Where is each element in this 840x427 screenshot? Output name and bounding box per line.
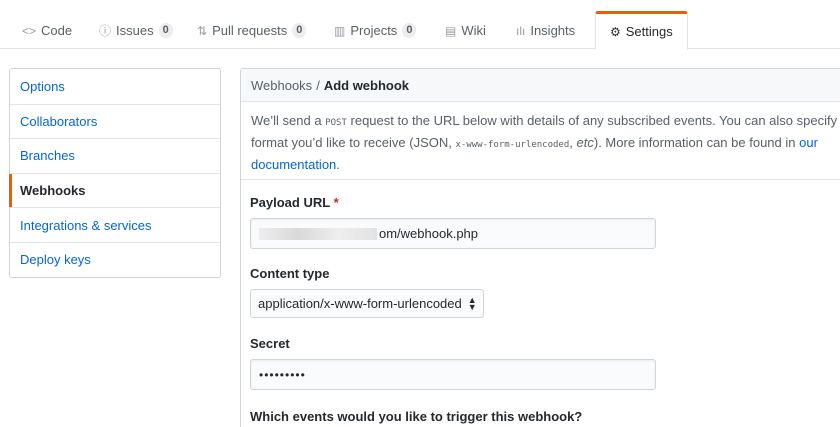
our-link[interactable]: our	[799, 135, 818, 150]
intro-line-3: documentation.	[251, 155, 840, 175]
intro-text: etc	[576, 135, 594, 150]
sidebar-item-webhooks[interactable]: Webhooks	[9, 172, 220, 208]
tab-label: Wiki	[461, 23, 486, 38]
payload-url-input[interactable]: om/webhook.php	[250, 218, 656, 249]
sidebar-item-branches[interactable]: Branches	[10, 138, 220, 173]
breadcrumb: Webhooks / Add webhook	[241, 69, 840, 102]
webhook-intro-text: We’ll send a POST request to the URL bel…	[241, 102, 840, 180]
events-question: Which events would you like to trigger t…	[250, 409, 583, 424]
secret-value: •••••••••	[259, 367, 306, 382]
breadcrumb-webhooks[interactable]: Webhooks	[251, 78, 312, 93]
tab-label: Pull requests	[212, 23, 288, 38]
pull-request-icon: ⇅	[197, 23, 208, 38]
graph-icon: ılı	[516, 23, 526, 38]
content-type-select[interactable]: application/x-www-form-urlencoded ▲ ▼	[250, 289, 484, 318]
secret-label: Secret	[250, 336, 290, 351]
intro-text: ). More information can be found in	[593, 135, 796, 150]
tab-insights[interactable]: ılı Insights	[516, 12, 575, 49]
intro-text: We’ll send a	[251, 113, 322, 128]
content-type-value: application/x-www-form-urlencoded	[258, 296, 462, 311]
sidebar-item-integrations[interactable]: Integrations & services	[10, 207, 220, 242]
payload-url-label-text: Payload URL	[250, 195, 330, 210]
add-webhook-panel: Webhooks / Add webhook We’ll send a POST…	[240, 68, 840, 427]
tab-projects[interactable]: ▥ Projects 0	[334, 12, 417, 49]
urlencoded-code: x-www-form-urlencoded	[455, 140, 570, 150]
gear-icon: ⚙	[610, 24, 621, 39]
tab-label: Code	[41, 23, 73, 38]
intro-text: format you’d like to receive (JSON,	[251, 135, 452, 150]
select-arrows-icon: ▲ ▼	[467, 294, 477, 312]
content-type-label: Content type	[250, 266, 330, 281]
tab-wiki[interactable]: ▤ Wiki	[445, 12, 486, 49]
secret-input[interactable]: •••••••••	[250, 359, 656, 390]
book-icon: ▤	[445, 23, 457, 38]
intro-text: .	[336, 157, 340, 172]
tab-issues[interactable]: ⓘ Issues 0	[99, 12, 173, 49]
sidebar-item-collaborators[interactable]: Collaborators	[10, 103, 220, 139]
webhook-form: Payload URL * om/webhook.php Content typ…	[250, 195, 670, 427]
repo-nav-tabs: <> Code ⓘ Issues 0 ⇅ Pull requests 0 ▥ P…	[0, 0, 840, 50]
page-title: Add webhook	[323, 77, 410, 93]
payload-url-label: Payload URL *	[250, 195, 670, 210]
intro-text: ,	[569, 135, 573, 150]
tab-pull-requests[interactable]: ⇅ Pull requests 0	[197, 12, 307, 49]
tab-counter: 0	[402, 23, 417, 38]
tab-label: Settings	[625, 24, 673, 39]
tab-label: Insights	[530, 23, 576, 38]
sidebar-item-deploy-keys[interactable]: Deploy keys	[10, 241, 220, 277]
redacted-area	[259, 227, 377, 240]
sidebar-item-options[interactable]: Options	[10, 69, 220, 104]
breadcrumb-separator: /	[316, 77, 320, 93]
tab-label: Projects	[350, 23, 398, 38]
project-icon: ▥	[334, 23, 346, 38]
settings-sidebar: Options Collaborators Branches Webhooks …	[9, 68, 221, 278]
post-code: POST	[325, 118, 347, 128]
code-icon: <>	[22, 23, 37, 38]
intro-text: request to the URL below with details of…	[350, 113, 838, 128]
required-marker: *	[333, 195, 339, 210]
tab-code[interactable]: <> Code	[22, 12, 72, 49]
tab-counter: 0	[292, 23, 307, 38]
intro-line-1: We’ll send a POST request to the URL bel…	[251, 111, 840, 133]
issue-icon: ⓘ	[99, 24, 112, 38]
tab-label: Issues	[116, 23, 154, 38]
tab-counter: 0	[158, 23, 173, 38]
documentation-link[interactable]: documentation	[251, 157, 336, 172]
intro-line-2: format you’d like to receive (JSON, x-ww…	[251, 133, 840, 155]
payload-url-value: om/webhook.php	[379, 226, 479, 241]
tab-settings[interactable]: ⚙ Settings	[595, 11, 688, 50]
